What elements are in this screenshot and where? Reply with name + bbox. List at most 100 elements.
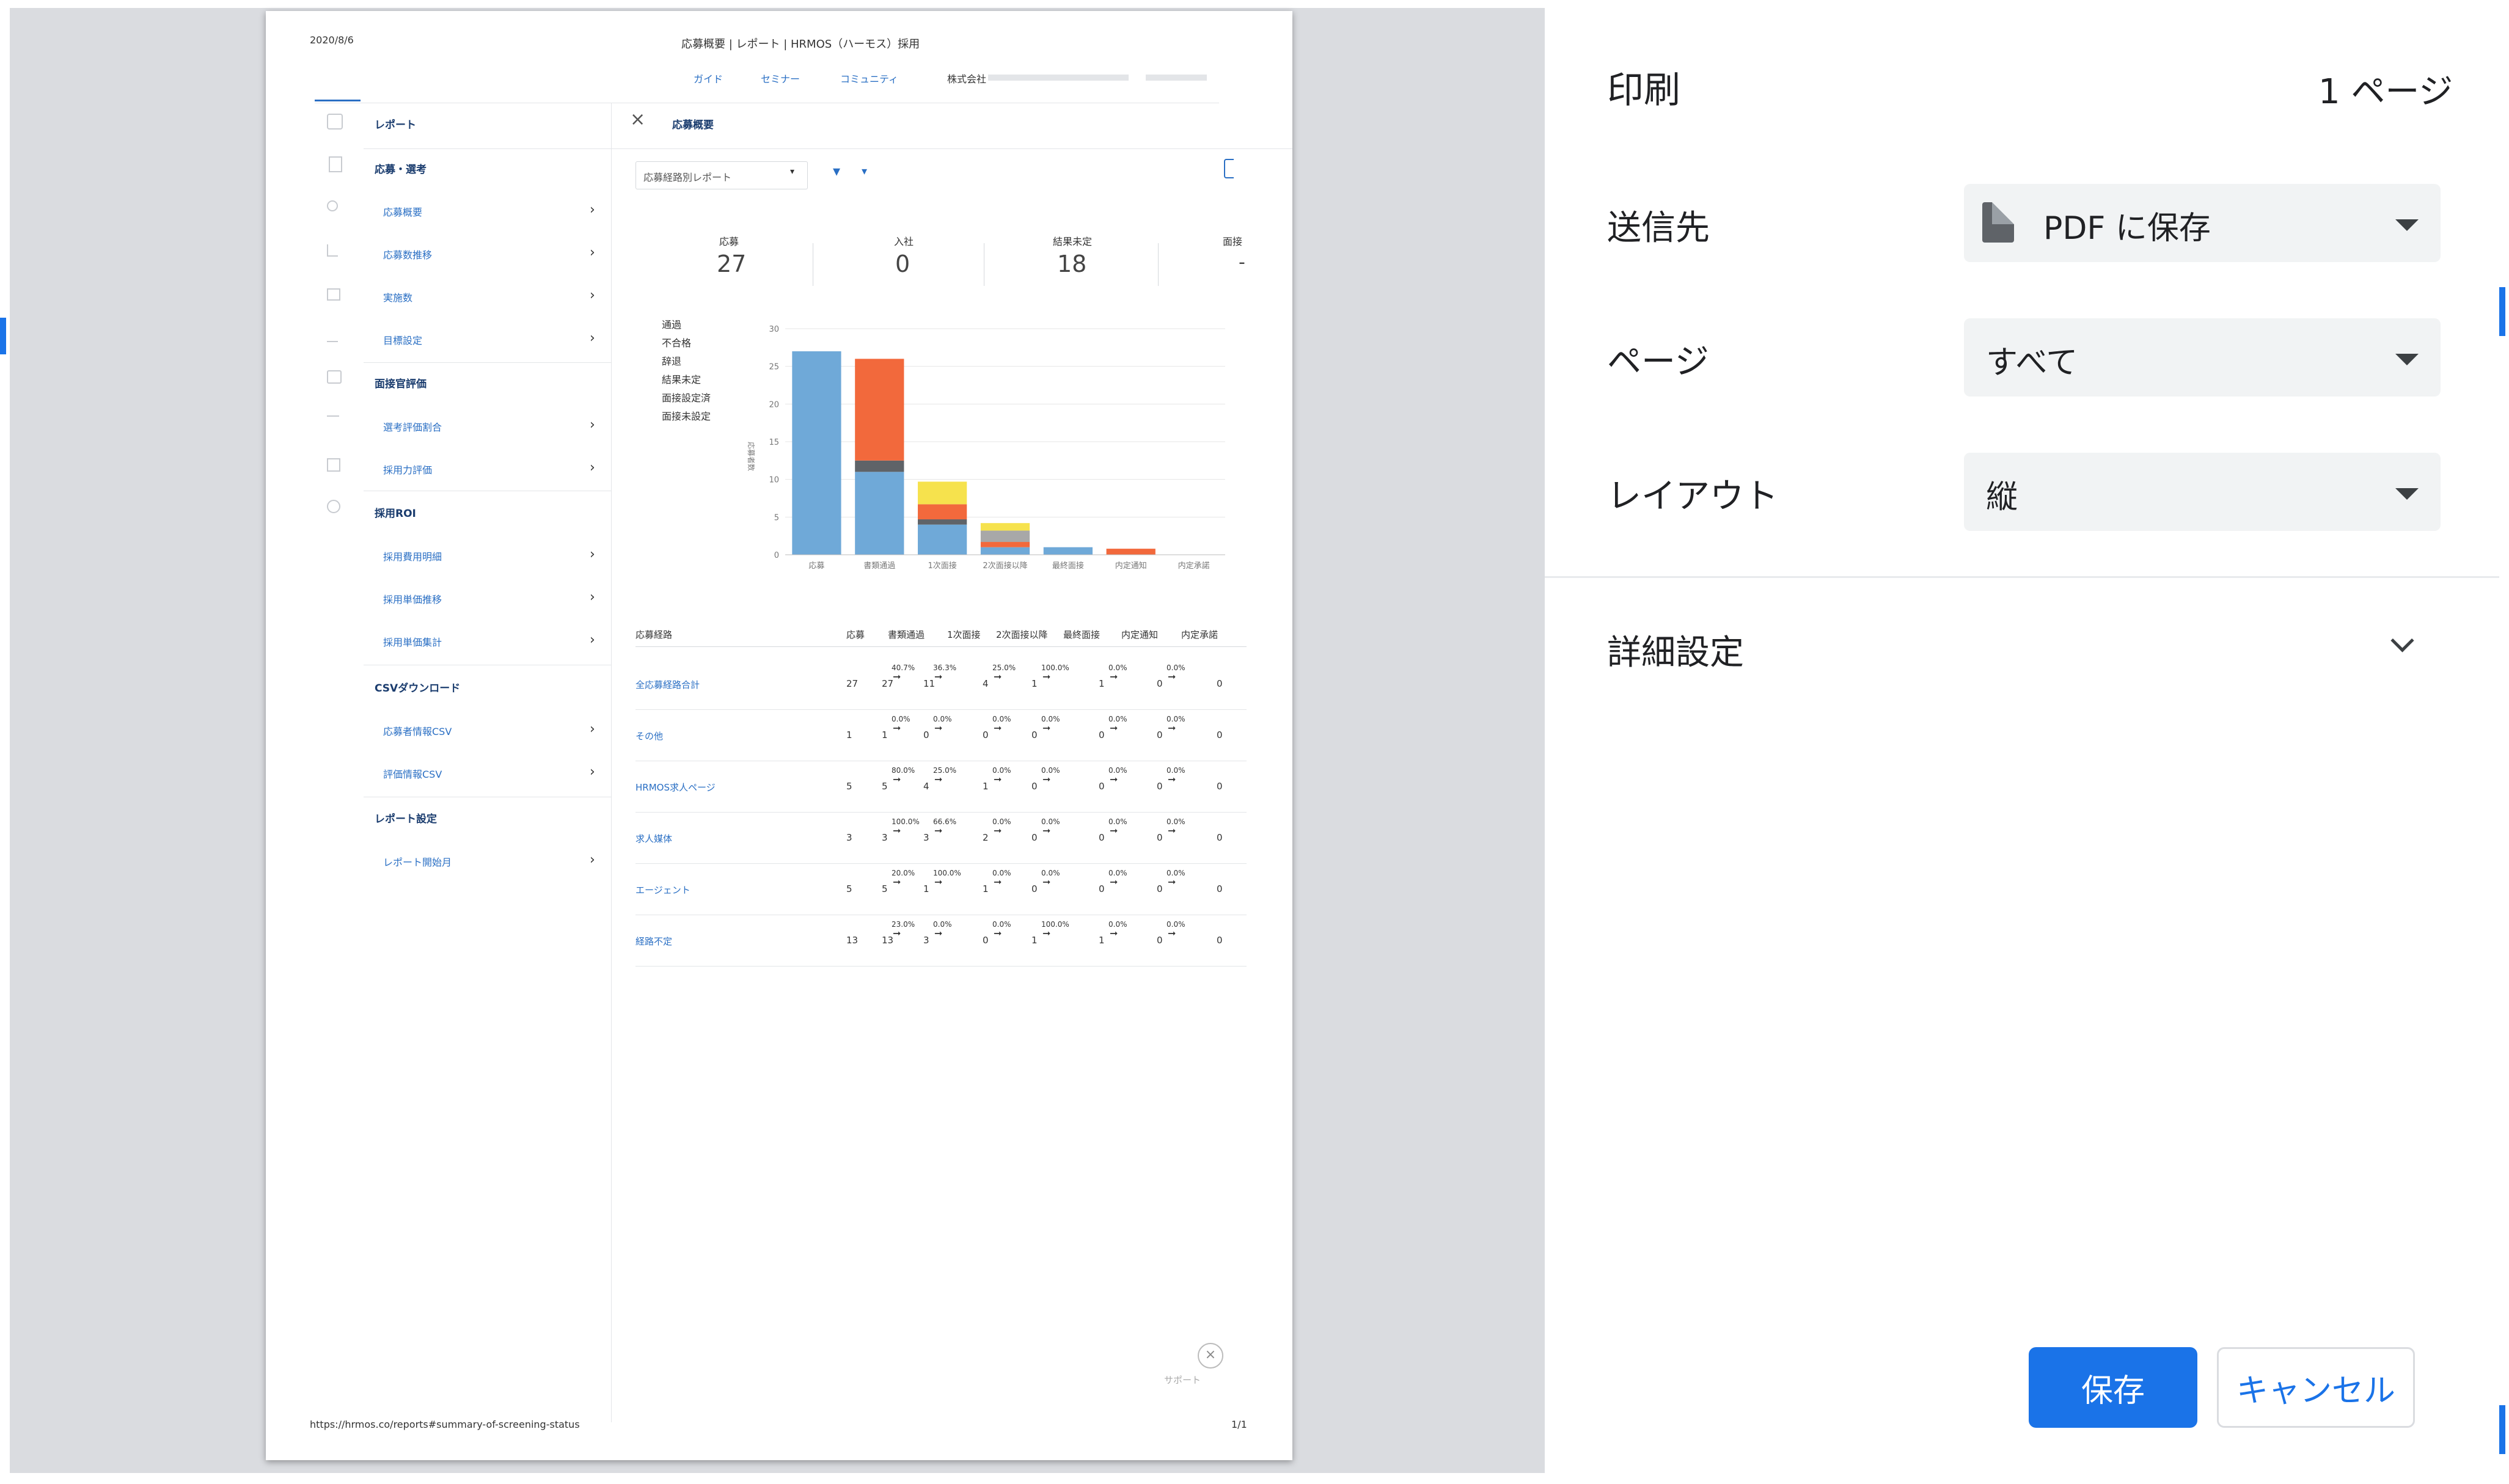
chart-icon: [327, 331, 338, 342]
sidebar-section-interviewer: 面接官評価: [375, 378, 427, 390]
sidebar-item-goals[interactable]: 目標設定: [383, 332, 422, 347]
document-icon: [329, 156, 342, 172]
sidebar-item-hiring-power[interactable]: 採用力評価: [383, 462, 432, 477]
stage-count: 3: [923, 832, 929, 843]
bar-segment: [918, 524, 967, 555]
stage-count: 2: [983, 832, 989, 843]
sidebar-item-eval-csv[interactable]: 評価情報CSV: [383, 766, 442, 781]
sidebar-item-cost-detail[interactable]: 採用費用明細: [383, 549, 442, 563]
cancel-button[interactable]: キャンセル: [2217, 1347, 2415, 1428]
arrow-right-icon: ➞: [1168, 671, 1176, 682]
bar-segment: [980, 547, 1030, 555]
stage-count: 27: [882, 678, 894, 689]
legend-item: 面接設定済: [662, 392, 711, 404]
close-icon[interactable]: ×: [630, 109, 645, 130]
main-title: 応募概要: [672, 119, 714, 131]
arrow-right-icon: ➞: [893, 927, 901, 939]
legend-item: 面接未設定: [662, 411, 711, 422]
arrow-right-icon: ➞: [934, 927, 943, 939]
table-header: 内定通知: [1121, 629, 1159, 640]
bar-segment: [1106, 549, 1156, 555]
table-row: その他 1 1 0 0 0 0 0 0 0.0% ➞ 0.0% ➞ 0.0% ➞ 0.0% ➞ 0.0% ➞ 0.0%…: [635, 710, 1247, 761]
support-close-icon[interactable]: ×: [1198, 1343, 1223, 1369]
bar-segment: [918, 519, 967, 525]
background-edge: [2499, 1405, 2505, 1454]
destination-label: 送信先: [1607, 208, 1710, 248]
sidebar-section-screening: 応募・選考: [375, 164, 427, 176]
bar-segment: [855, 472, 904, 555]
sidebar-header: レポート: [375, 119, 416, 131]
stage-count: 0: [1031, 729, 1038, 740]
route-name[interactable]: 全応募経路合計: [635, 678, 700, 691]
summary-label-interview: 面接: [1223, 236, 1243, 247]
company-name: 株式会社: [947, 73, 987, 85]
stage-count: 0: [1157, 935, 1163, 946]
stage-count: 0: [1217, 883, 1223, 894]
arrow-right-icon: ➞: [994, 671, 1002, 682]
arrow-right-icon: ➞: [994, 825, 1002, 836]
stage-count: 1: [983, 883, 989, 894]
legend-item: 辞退: [662, 356, 682, 367]
table-header: 内定承諾: [1181, 629, 1218, 640]
sidebar-item-count[interactable]: 実施数: [383, 290, 412, 304]
arrow-right-icon: ➞: [1168, 927, 1176, 939]
y-tick-label: 25: [769, 363, 779, 372]
link-seminar[interactable]: セミナー: [761, 71, 800, 86]
x-tick-label: 1次面接: [928, 561, 957, 571]
bar-segment: [1043, 547, 1093, 555]
sidebar-item-applicant-trend[interactable]: 応募数推移: [383, 247, 432, 261]
route-name[interactable]: 求人媒体: [635, 832, 672, 845]
report-icon: [327, 114, 343, 130]
table-rule: [635, 966, 1247, 967]
y-axis-label: 応募者数: [747, 442, 756, 471]
filter-icon[interactable]: ▾: [833, 163, 840, 180]
stage-count: 0: [1099, 729, 1105, 740]
link-guide[interactable]: ガイド: [694, 71, 723, 86]
arrow-right-icon: ➞: [1168, 722, 1176, 734]
sidebar-item-summary[interactable]: 応募概要: [383, 204, 422, 219]
arrow-right-icon: ➞: [1042, 876, 1051, 888]
pages-select[interactable]: すべて: [1964, 318, 2441, 397]
route-name[interactable]: 経路不定: [635, 935, 672, 948]
advanced-settings-toggle[interactable]: 詳細設定: [1545, 601, 2499, 686]
route-name[interactable]: その他: [635, 729, 663, 742]
background-edge: [2499, 287, 2505, 336]
sidebar-item-start-month[interactable]: レポート開始月: [383, 854, 452, 869]
summary-value-hired: 0: [895, 250, 910, 277]
sidebar-item-unit-total[interactable]: 採用単価集計: [383, 634, 442, 649]
stage-count: 0: [983, 729, 989, 740]
destination-select[interactable]: PDF に保存: [1964, 184, 2441, 262]
badge-icon: [327, 458, 340, 472]
link-community[interactable]: コミュニティ: [840, 71, 898, 86]
coin-icon: [327, 500, 340, 513]
stage-count: 1: [1099, 935, 1105, 946]
dropdown-arrow-icon: [2395, 488, 2419, 500]
layout-select[interactable]: 縦: [1964, 453, 2441, 531]
route-name[interactable]: エージェント: [635, 883, 690, 896]
chevron-right-icon: ›: [590, 417, 595, 433]
stage-count: 0: [1099, 832, 1105, 843]
report-type-select[interactable]: 応募経路別レポート ▾: [635, 161, 808, 189]
search-icon: [327, 200, 338, 211]
document-icon: [1982, 202, 2014, 243]
apply-count: 1: [846, 729, 852, 740]
caret-down-icon[interactable]: ▾: [862, 165, 867, 178]
y-tick-label: 0: [774, 551, 779, 560]
bar-segment: [980, 542, 1030, 547]
summary-value-apply: 27: [717, 250, 747, 277]
arrow-right-icon: ➞: [934, 825, 943, 836]
sidebar-item-applicant-csv[interactable]: 応募者情報CSV: [383, 723, 452, 738]
print-settings-panel: 印刷 1 ページ 送信先 PDF に保存 ページ すべて レイアウト 縦 詳細設…: [1545, 8, 2499, 1473]
legend-item: 結果未定: [662, 374, 701, 386]
print-icon[interactable]: [1224, 159, 1234, 178]
stage-count: 0: [1031, 832, 1038, 843]
route-name[interactable]: HRMOS求人ページ: [635, 781, 716, 794]
table-row: HRMOS求人ページ 5 5 4 1 0 0 0 0 80.0% ➞ 25.0% ➞ 0.0% ➞ 0.0% ➞…: [635, 761, 1247, 813]
arrow-right-icon: ➞: [1168, 773, 1176, 785]
save-button[interactable]: 保存: [2029, 1347, 2197, 1428]
sidebar-item-unit-trend[interactable]: 採用単価推移: [383, 591, 442, 606]
sidebar-item-eval-ratio[interactable]: 選考評価割合: [383, 419, 442, 434]
chevron-down-icon: [2390, 629, 2414, 652]
trend-icon: [327, 244, 338, 257]
bar-segment: [792, 351, 841, 555]
